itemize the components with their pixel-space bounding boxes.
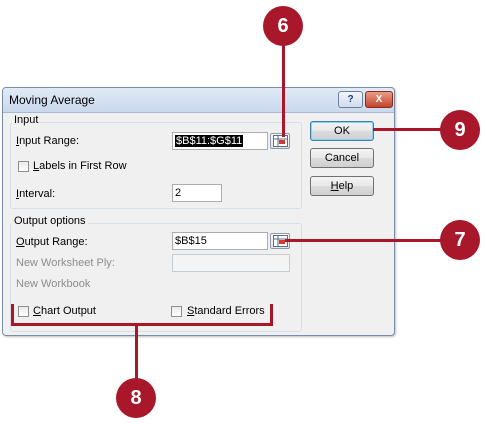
callout-7-line xyxy=(285,239,443,242)
cancel-button[interactable]: Cancel xyxy=(310,148,374,168)
moving-average-dialog: Moving Average ? X Input Input Range: $B… xyxy=(2,87,395,336)
input-range-field[interactable]: $B$11:$G$11 xyxy=(172,132,268,150)
callout-8-bracket-bottom xyxy=(11,323,273,326)
labels-first-row-label: Labels in First Row xyxy=(33,160,127,172)
output-range-field[interactable]: $B$15 xyxy=(172,232,268,250)
range-select-icon xyxy=(273,135,288,147)
chart-output-label: Chart Output xyxy=(33,305,96,317)
title-bar[interactable]: Moving Average ? X xyxy=(3,88,394,113)
input-range-value: $B$11:$G$11 xyxy=(175,135,244,147)
standard-errors-checkbox[interactable] xyxy=(171,306,182,317)
chart-output-checkbox[interactable] xyxy=(18,306,29,317)
callout-7: 7 xyxy=(440,220,480,260)
input-range-label: Input Range: xyxy=(16,135,79,147)
callout-6-line xyxy=(282,40,285,137)
help-button[interactable]: Help xyxy=(310,176,374,196)
output-range-value: $B$15 xyxy=(175,235,207,247)
new-workbook-label: New Workbook xyxy=(16,278,91,290)
input-group-label: Input xyxy=(12,114,41,126)
interval-value: 2 xyxy=(175,187,182,199)
labels-first-row-checkbox[interactable] xyxy=(18,161,29,172)
interval-field[interactable]: 2 xyxy=(172,184,222,202)
dialog-title: Moving Average xyxy=(9,93,95,107)
new-worksheet-field[interactable] xyxy=(172,254,290,272)
title-help-button[interactable]: ? xyxy=(338,91,363,108)
interval-label: Interval: xyxy=(16,188,56,200)
standard-errors-label: Standard Errors xyxy=(187,305,265,317)
output-group-label: Output options xyxy=(12,215,88,227)
callout-9: 9 xyxy=(440,110,480,150)
callout-8-stem xyxy=(135,323,138,381)
input-range-collapse-button[interactable] xyxy=(270,133,290,149)
callout-6: 6 xyxy=(263,6,303,46)
output-range-label: Output Range: xyxy=(16,236,88,248)
callout-9-line xyxy=(373,128,443,131)
ok-button[interactable]: OK xyxy=(310,121,374,141)
new-worksheet-label: New Worksheet Ply: xyxy=(16,257,115,269)
callout-8: 8 xyxy=(116,378,156,418)
title-close-button[interactable]: X xyxy=(365,91,393,108)
